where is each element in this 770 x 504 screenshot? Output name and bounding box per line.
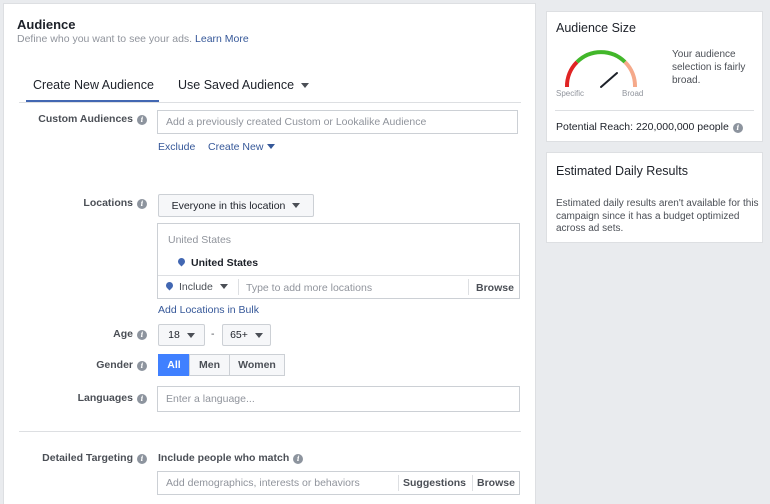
language-input[interactable]: Enter a language... xyxy=(157,386,520,412)
detailed-targeting-label-text: Detailed Targeting xyxy=(42,452,133,464)
include-dropdown[interactable]: Include xyxy=(164,280,228,293)
suggestions-divider xyxy=(398,475,399,491)
chevron-down-icon xyxy=(186,332,195,338)
include-divider xyxy=(238,279,239,295)
gauge-needle xyxy=(600,72,618,88)
gauge-broad-arc xyxy=(623,60,638,88)
selected-location-label: United States xyxy=(191,257,259,269)
custom-audience-placeholder: Add a previously created Custom or Looka… xyxy=(166,116,427,128)
create-new-label: Create New xyxy=(208,141,264,153)
locations-label: Locations i xyxy=(83,197,147,209)
chevron-down-icon xyxy=(254,332,263,338)
chevron-down-icon xyxy=(292,203,301,208)
info-icon[interactable]: i xyxy=(293,454,304,464)
daily-results-panel: Estimated Daily Results Estimated daily … xyxy=(546,152,763,243)
audience-subtitle: Define who you want to see your ads. Lea… xyxy=(17,33,249,45)
potential-reach: Potential Reach: 220,000,000 people i xyxy=(556,121,743,133)
info-icon[interactable]: i xyxy=(137,115,147,125)
tab-create-new-audience[interactable]: Create New Audience xyxy=(33,78,154,92)
include-people-match-text: Include people who match xyxy=(158,452,290,464)
chevron-down-icon xyxy=(267,144,276,149)
age-label-text: Age xyxy=(113,328,133,340)
gender-label-text: Gender xyxy=(96,359,133,371)
gender-men-button[interactable]: Men xyxy=(189,354,230,376)
detailed-targeting-placeholder: Add demographics, interests or behaviors xyxy=(166,477,360,489)
custom-audiences-label: Custom Audiences i xyxy=(38,113,147,125)
location-pin-icon xyxy=(176,256,187,267)
audience-panel: Audience Define who you want to see your… xyxy=(3,3,536,504)
age-separator: - xyxy=(211,328,215,340)
tab-use-saved-audience-label: Use Saved Audience xyxy=(178,78,295,92)
gauge-broad-label: Broad xyxy=(622,89,644,98)
age-max-dropdown[interactable]: 65+ xyxy=(222,324,271,346)
info-icon[interactable]: i xyxy=(732,123,743,133)
gender-women-button[interactable]: Women xyxy=(229,354,285,376)
custom-audience-input[interactable]: Add a previously created Custom or Looka… xyxy=(157,110,518,134)
include-people-match: Include people who match i xyxy=(158,452,304,464)
chevron-down-icon xyxy=(219,284,228,289)
audience-size-panel: Audience Size Specific Broad Your audien… xyxy=(546,11,763,142)
info-icon[interactable]: i xyxy=(137,454,147,464)
info-icon[interactable]: i xyxy=(137,330,147,340)
info-icon[interactable]: i xyxy=(137,199,147,209)
location-pin-icon xyxy=(164,280,175,291)
detailed-targeting-label: Detailed Targeting i xyxy=(42,452,147,464)
browse-targeting-button[interactable]: Browse xyxy=(477,477,515,489)
languages-label-text: Languages xyxy=(77,392,133,404)
gender-all-button[interactable]: All xyxy=(158,354,190,376)
potential-reach-text: Potential Reach: 220,000,000 people xyxy=(556,121,729,133)
audience-size-description: Your audience selection is fairly broad. xyxy=(672,49,746,86)
daily-results-title: Estimated Daily Results xyxy=(556,164,688,178)
languages-label: Languages i xyxy=(78,392,147,404)
gauge-specific-label: Specific xyxy=(556,89,585,98)
browse-divider xyxy=(472,475,473,491)
include-label: Include xyxy=(179,281,213,293)
suggestions-button[interactable]: Suggestions xyxy=(403,477,466,489)
add-locations-bulk-link[interactable]: Add Locations in Bulk xyxy=(158,304,259,316)
create-new-dropdown[interactable]: Create New xyxy=(208,141,276,153)
daily-results-description: Estimated daily results aren't available… xyxy=(556,198,759,234)
gauge-mid-arc xyxy=(575,50,627,64)
chevron-down-icon xyxy=(301,83,310,88)
info-icon[interactable]: i xyxy=(137,361,147,371)
section-divider xyxy=(19,431,521,432)
age-min-dropdown[interactable]: 18 xyxy=(158,324,205,346)
tab-use-saved-audience[interactable]: Use Saved Audience xyxy=(178,78,310,92)
info-icon[interactable]: i xyxy=(137,394,147,404)
locations-label-text: Locations xyxy=(83,197,133,209)
audience-size-title: Audience Size xyxy=(556,21,636,35)
location-box-divider xyxy=(158,275,519,276)
gender-label: Gender i xyxy=(96,359,147,371)
audience-size-divider xyxy=(555,110,754,111)
location-box: United States United States Include Type… xyxy=(157,223,520,299)
audience-subtitle-text: Define who you want to see your ads. xyxy=(17,33,193,45)
custom-audiences-label-text: Custom Audiences xyxy=(38,113,133,125)
add-location-input[interactable]: Type to add more locations xyxy=(246,282,372,294)
browse-divider xyxy=(468,279,469,295)
audience-title: Audience xyxy=(17,17,76,32)
tabs-divider xyxy=(19,102,521,103)
gauge-specific-arc xyxy=(564,60,579,88)
location-type-label: Everyone in this location xyxy=(171,199,286,212)
age-label: Age i xyxy=(113,328,147,340)
learn-more-link[interactable]: Learn More xyxy=(195,33,249,45)
exclude-link[interactable]: Exclude xyxy=(158,141,195,153)
age-min-value: 18 xyxy=(168,329,180,341)
selected-location[interactable]: United States xyxy=(176,256,259,269)
browse-locations-button[interactable]: Browse xyxy=(476,282,514,294)
location-group-header: United States xyxy=(168,234,232,246)
language-placeholder: Enter a language... xyxy=(166,393,255,405)
audience-gauge-icon xyxy=(564,50,638,88)
location-type-dropdown[interactable]: Everyone in this location xyxy=(158,194,314,217)
age-max-value: 65+ xyxy=(230,329,248,341)
